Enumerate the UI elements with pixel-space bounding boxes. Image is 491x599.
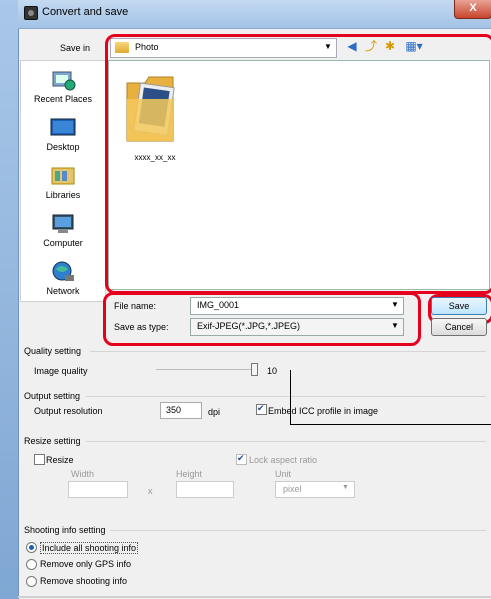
output-resolution-value: 350: [166, 405, 182, 415]
chevron-down-icon[interactable]: ▼: [391, 300, 399, 309]
remove-gps-label: Remove only GPS info: [40, 559, 132, 569]
unit-value: pixel: [283, 484, 302, 494]
computer-icon: [50, 213, 76, 235]
close-button[interactable]: X: [454, 0, 491, 19]
output-setting-title: Output setting: [24, 391, 81, 401]
remove-shooting-label: Remove shooting info: [40, 576, 128, 586]
place-label: Computer: [43, 238, 83, 248]
libraries-icon: [50, 165, 76, 187]
quality-slider-track[interactable]: [156, 369, 254, 370]
image-quality-label: Image quality: [34, 366, 88, 376]
group-divider: [110, 530, 486, 531]
unit-select[interactable]: pixel ▼: [275, 481, 355, 498]
desktop-icon: [50, 117, 76, 139]
include-all-radio[interactable]: [26, 542, 37, 553]
shooting-info-title: Shooting info setting: [24, 525, 106, 535]
window-bottom-border: [18, 596, 491, 598]
output-resolution-label: Output resolution: [34, 406, 103, 416]
group-divider: [86, 441, 486, 442]
places-bar: Recent Places Desktop Libraries Computer…: [20, 60, 106, 302]
height-input[interactable]: [176, 481, 234, 498]
remove-shooting-radio[interactable]: [26, 576, 37, 587]
resize-setting-title: Resize setting: [24, 436, 81, 446]
place-network[interactable]: Network: [21, 261, 105, 296]
quality-value: 10: [267, 366, 278, 376]
dpi-unit-label: dpi: [208, 407, 221, 417]
cancel-button[interactable]: Cancel: [431, 318, 487, 336]
width-input[interactable]: [68, 481, 128, 498]
save-as-type-select[interactable]: Exif-JPEG(*.JPG,*.JPEG) ▼: [190, 318, 404, 336]
output-resolution-input[interactable]: 350: [160, 402, 202, 419]
place-label: Network: [46, 286, 80, 296]
callout-line: [290, 424, 491, 425]
callout-line: [290, 370, 291, 424]
group-divider: [86, 396, 486, 397]
lock-aspect-ratio-label: Lock aspect ratio: [249, 455, 318, 465]
file-name-value: IMG_0001: [197, 300, 240, 310]
save-as-type-label: Save as type:: [114, 322, 169, 332]
window-title: Convert and save: [42, 6, 129, 18]
place-libraries[interactable]: Libraries: [21, 165, 105, 200]
place-computer[interactable]: Computer: [21, 213, 105, 248]
save-as-type-value: Exif-JPEG(*.JPG,*.JPEG): [197, 321, 301, 331]
times-label: x: [148, 486, 153, 496]
file-name-input[interactable]: IMG_0001 ▼: [190, 297, 404, 315]
file-name-label: File name:: [114, 301, 157, 311]
save-in-label: Save in: [60, 43, 91, 53]
resize-checkbox[interactable]: [34, 454, 45, 465]
include-all-label: Include all shooting info: [40, 542, 139, 554]
place-desktop[interactable]: Desktop: [21, 117, 105, 152]
remove-gps-radio[interactable]: [26, 559, 37, 570]
recent-places-icon: [50, 69, 76, 91]
network-icon: [50, 261, 76, 283]
window-left-border: [0, 0, 19, 599]
width-label: Width: [71, 469, 95, 479]
group-divider: [90, 351, 486, 352]
embed-icc-label: Embed ICC profile in image: [268, 406, 379, 416]
height-label: Height: [176, 469, 203, 479]
place-label: Desktop: [46, 142, 80, 152]
unit-label: Unit: [275, 469, 292, 479]
chevron-down-icon[interactable]: ▼: [391, 321, 399, 330]
app-camera-icon: [24, 6, 38, 20]
save-button[interactable]: Save: [431, 297, 487, 315]
chevron-down-icon: ▼: [342, 484, 349, 491]
quality-setting-title: Quality setting: [24, 346, 82, 356]
place-label: Libraries: [45, 190, 81, 200]
embed-icc-checkbox[interactable]: [256, 403, 267, 415]
place-label: Recent Places: [33, 94, 93, 104]
resize-label: Resize: [46, 455, 74, 465]
place-recent-places[interactable]: Recent Places: [21, 69, 105, 104]
lock-aspect-ratio-checkbox[interactable]: [236, 453, 247, 465]
quality-slider-thumb[interactable]: [251, 363, 258, 376]
highlight-save-location: [105, 34, 491, 294]
